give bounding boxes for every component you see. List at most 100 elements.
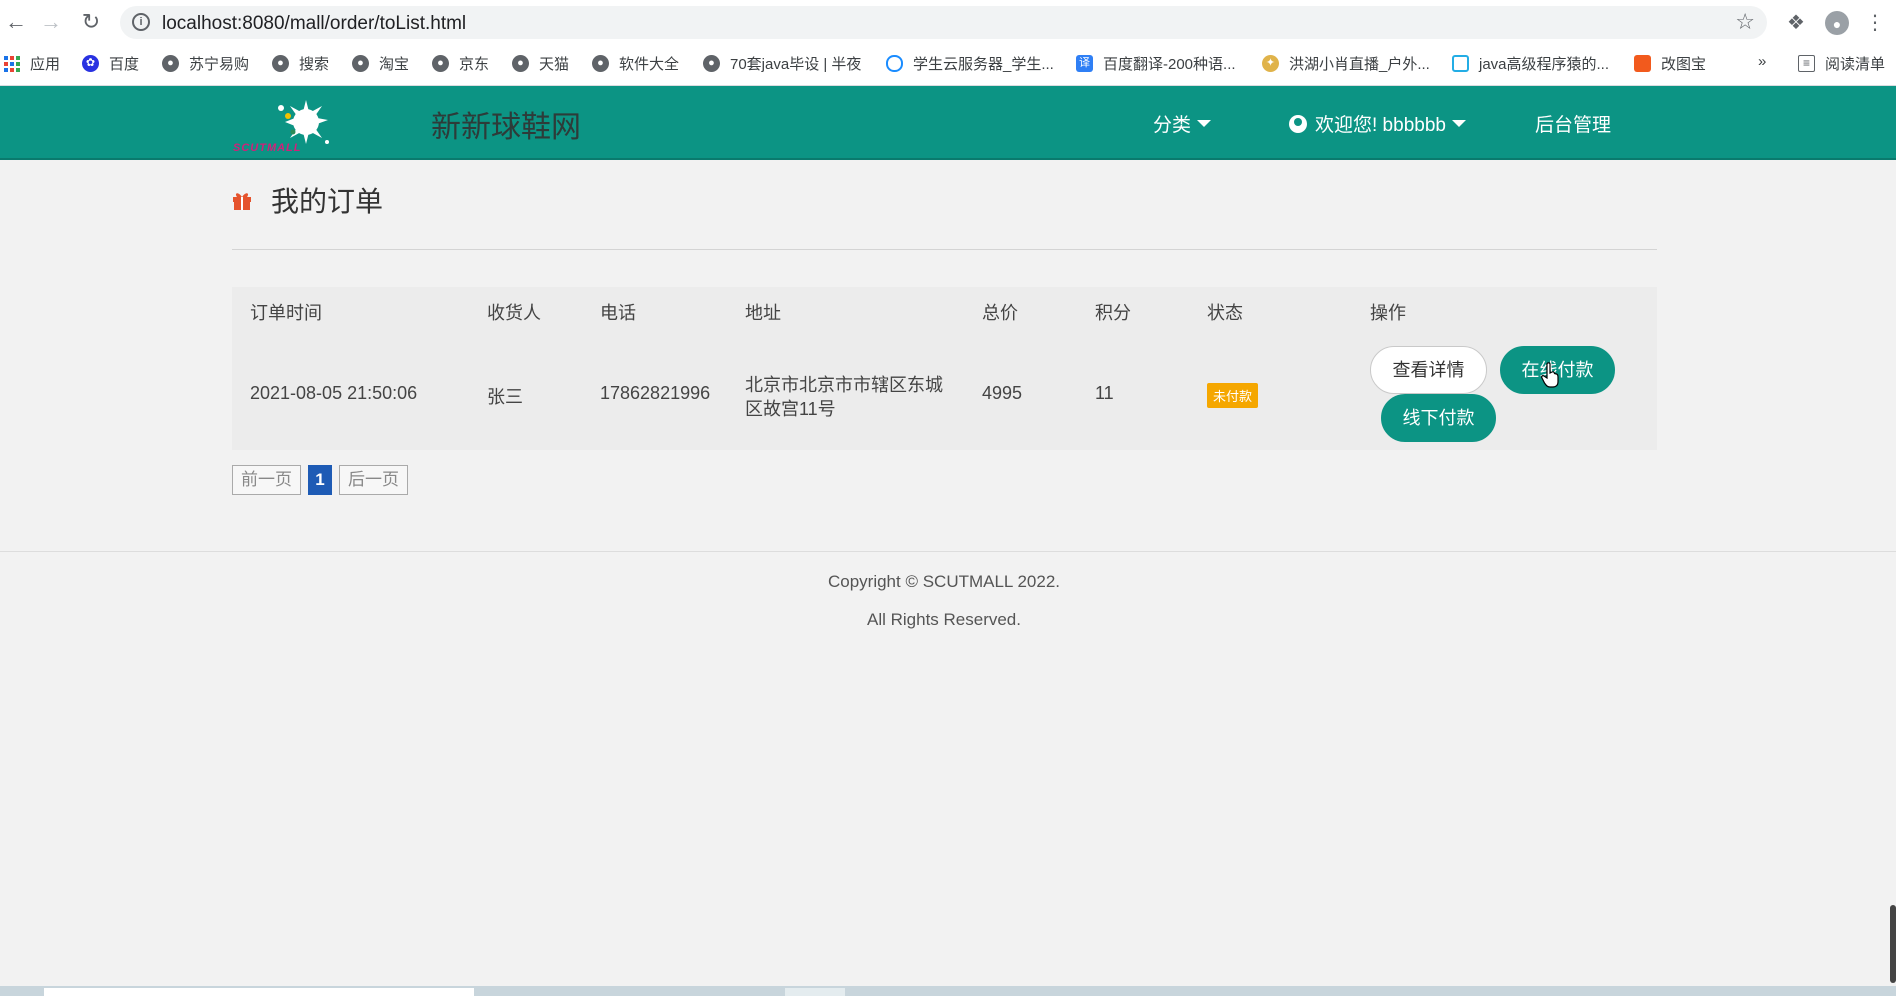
bookmark-label: 应用 (30, 56, 61, 73)
logo-text: SCUTMALL (233, 142, 302, 154)
points: 11 (1095, 383, 1114, 403)
taskbar-item[interactable] (44, 988, 474, 996)
site-name[interactable]: 新新球鞋网 (431, 102, 581, 146)
bookmark-label: 天猫 (539, 56, 570, 73)
header-receiver: 收货人 (487, 303, 541, 323)
bookmark-label: java高级程序猿的... (1479, 56, 1610, 73)
prev-page-button[interactable]: 前一页 (232, 465, 301, 495)
bookmark-label: 京东 (459, 56, 490, 73)
more-bookmarks-label: » (1758, 53, 1767, 70)
bookmark-software[interactable]: ● 软件大全 (592, 53, 679, 74)
header-order-time: 订单时间 (250, 303, 322, 323)
header-actions: 操作 (1370, 303, 1406, 323)
bookmark-apps[interactable]: 应用 (4, 53, 60, 74)
bookmark-search[interactable]: ● 搜索 (272, 53, 329, 74)
footer-rights: All Rights Reserved. (866, 610, 1021, 629)
bird-icon: ✦ (1262, 55, 1279, 72)
category-label: 分类 (1153, 115, 1192, 136)
menu-kebab-icon[interactable]: ⋮ (1862, 10, 1888, 36)
cloud-icon (886, 55, 903, 72)
page-title-text: 我的订单 (271, 186, 384, 217)
category-dropdown[interactable]: 分类 (1153, 110, 1212, 137)
bookmark-label: 软件大全 (619, 56, 680, 73)
more-bookmarks-button[interactable]: » (1758, 53, 1766, 70)
bookmark-baidu[interactable]: ✿ 百度 (82, 53, 139, 74)
globe-icon: ● (432, 55, 449, 72)
apps-grid-icon (4, 55, 20, 72)
view-details-button[interactable]: 查看详情 (1370, 346, 1487, 394)
forward-arrow-icon[interactable]: → (37, 8, 65, 36)
reading-list-label: 阅读清单 (1825, 56, 1886, 73)
next-page-button[interactable]: 后一页 (339, 465, 408, 495)
receiver: 张三 (487, 387, 523, 407)
bookmark-jd[interactable]: ● 京东 (432, 53, 489, 74)
current-page-number[interactable]: 1 (308, 465, 332, 495)
globe-icon: ● (512, 55, 529, 72)
bookmark-label: 百度翻译-200种语... (1103, 56, 1236, 73)
reading-list-button[interactable]: ≡ 阅读清单 (1798, 53, 1885, 74)
translate-icon: 译 (1076, 55, 1093, 72)
globe-icon: ● (703, 55, 720, 72)
globe-icon: ● (162, 55, 179, 72)
pay-offline-button[interactable]: 线下付款 (1381, 394, 1496, 442)
header-address: 地址 (745, 303, 781, 323)
bookmark-live[interactable]: ✦ 洪湖小肖直播_户外... (1262, 53, 1430, 74)
footer-copyright: Copyright © SCUTMALL 2022. (827, 572, 1061, 591)
browser-chrome: ← → ↻ i localhost:8080/mall/order/toList… (0, 0, 1896, 86)
bookmark-taobao[interactable]: ● 淘宝 (352, 53, 409, 74)
site-header: SCUTMALL 新新球鞋网 分类 欢迎您! bbbbbb 后台管理 (0, 86, 1896, 160)
bookmark-suning[interactable]: ● 苏宁易购 (162, 53, 249, 74)
gift-icon (233, 193, 251, 210)
taskbar-item[interactable] (785, 988, 845, 996)
title-divider (232, 249, 1657, 250)
tv-icon (1452, 55, 1469, 72)
user-circle-icon (1289, 114, 1307, 133)
address-bar[interactable]: i localhost:8080/mall/order/toList.html … (120, 6, 1767, 39)
bookmark-label: 70套java毕设 | 半夜 (730, 56, 862, 73)
back-arrow-icon[interactable]: ← (2, 8, 30, 36)
caret-down-icon (1451, 120, 1466, 127)
bookmark-label: 淘宝 (379, 56, 410, 73)
order-time: 2021-08-05 21:50:06 (250, 383, 418, 403)
image-edit-icon (1634, 55, 1651, 72)
phone: 17862821996 (600, 383, 711, 403)
bookmark-java-projects[interactable]: ● 70套java毕设 | 半夜 (703, 53, 861, 74)
site-logo[interactable]: SCUTMALL (233, 98, 333, 154)
globe-icon: ● (592, 55, 609, 72)
bookmark-label: 百度 (109, 56, 140, 73)
bookmark-label: 洪湖小肖直播_户外... (1289, 56, 1430, 73)
taskbar (0, 986, 1896, 996)
address-line-1: 北京市北京市市辖区东城 (745, 375, 943, 395)
bookmark-baidu-translate[interactable]: 译 百度翻译-200种语... (1076, 53, 1236, 74)
bookmark-bilibili[interactable]: java高级程序猿的... (1452, 53, 1609, 74)
site-info-icon[interactable]: i (132, 13, 150, 31)
bookmark-star-icon[interactable]: ☆ (1735, 9, 1755, 35)
footer-divider (0, 551, 1896, 552)
bookmark-label: 改图宝 (1661, 56, 1707, 73)
bookmark-student-cloud[interactable]: 学生云服务器_学生... (886, 53, 1054, 74)
bookmark-tmall[interactable]: ● 天猫 (512, 53, 569, 74)
baidu-paw-icon: ✿ (82, 55, 99, 72)
scrollbar-thumb[interactable] (1890, 905, 1896, 983)
profile-avatar-icon[interactable]: ● (1825, 11, 1849, 35)
welcome-label: 欢迎您! bbbbbb (1315, 115, 1446, 136)
user-menu-dropdown[interactable]: 欢迎您! bbbbbb (1289, 110, 1466, 137)
orders-table: 订单时间 收货人 电话 地址 总价 积分 状态 操作 2021-08-05 21… (232, 287, 1657, 450)
address-line-2: 区故宫11号 (745, 399, 836, 419)
bookmark-image-edit[interactable]: 改图宝 (1634, 53, 1706, 74)
extensions-puzzle-icon[interactable]: ❖ (1783, 10, 1809, 36)
bookmark-label: 苏宁易购 (189, 56, 250, 73)
total-price: 4995 (982, 383, 1023, 403)
bookmark-label: 学生云服务器_学生... (913, 56, 1054, 73)
status-badge: 未付款 (1207, 383, 1259, 408)
admin-link[interactable]: 后台管理 (1535, 110, 1611, 137)
page-title: 我的订单 (231, 180, 383, 220)
header-status: 状态 (1207, 303, 1243, 323)
reading-list-icon: ≡ (1798, 55, 1815, 72)
reload-icon[interactable]: ↻ (77, 8, 105, 36)
globe-icon: ● (352, 55, 369, 72)
url-text[interactable]: localhost:8080/mall/order/toList.html (162, 13, 466, 35)
header-points: 积分 (1095, 303, 1131, 323)
bookmarks-bar: 应用 ✿ 百度 ● 苏宁易购 ● 搜索 ● 淘宝 ● 京东 ● 天猫 ● 软件大… (0, 50, 1896, 78)
caret-down-icon (1197, 120, 1212, 127)
